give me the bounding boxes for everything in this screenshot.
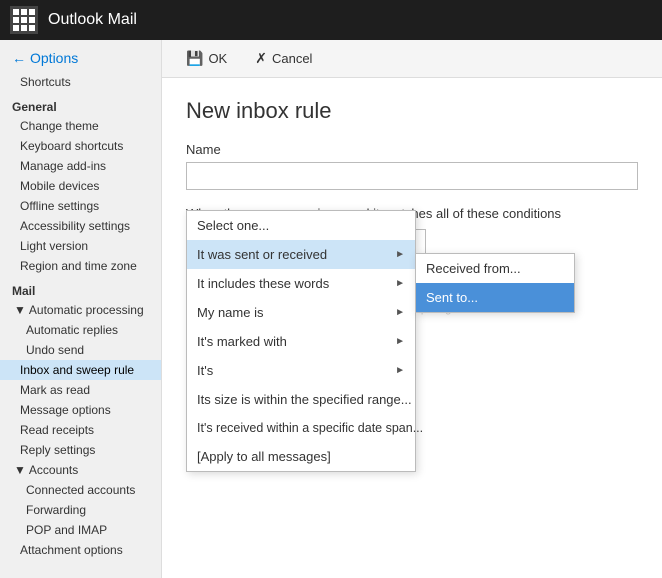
submenu-item-0[interactable]: Received from...	[416, 254, 574, 283]
save-icon: 💾	[186, 50, 203, 67]
dropdown-item-5[interactable]: It's ►	[187, 356, 415, 385]
general-section-header: General	[0, 94, 161, 116]
dropdown-menu: Select one... It was sent or received ► …	[186, 210, 416, 472]
arrow-down-icon: ▼	[14, 303, 26, 317]
sidebar-item-mark-as-read[interactable]: Mark as read	[0, 380, 161, 400]
sidebar-item-change-theme[interactable]: Change theme	[0, 116, 161, 136]
page-title: New inbox rule	[186, 98, 638, 124]
dropdown-item-3[interactable]: My name is ►	[187, 298, 415, 327]
sidebar-item-inbox-sweep[interactable]: Inbox and sweep rule	[0, 360, 161, 380]
arrow-down-icon2: ▼	[14, 463, 26, 477]
sidebar: ← Options Shortcuts General Change theme…	[0, 40, 162, 578]
sidebar-item-accounts[interactable]: ▼ Accounts	[0, 460, 161, 480]
name-label: Name	[186, 142, 638, 157]
cancel-button[interactable]: ✗ Cancel	[251, 48, 316, 69]
submenu-item-1[interactable]: Sent to...	[416, 283, 574, 312]
sidebar-item-accessibility[interactable]: Accessibility settings	[0, 216, 161, 236]
dropdown-item-6[interactable]: Its size is within the specified range..…	[187, 385, 415, 414]
sidebar-item-keyboard-shortcuts[interactable]: Keyboard shortcuts	[0, 136, 161, 156]
sidebar-item-attachment-options[interactable]: Attachment options	[0, 540, 161, 560]
content-area: New inbox rule Name When the message arr…	[162, 78, 662, 279]
main-content: 💾 OK ✗ Cancel New inbox rule Name When t…	[162, 40, 662, 578]
dropdown-item-8[interactable]: [Apply to all messages]	[187, 442, 415, 471]
mail-section-header: Mail	[0, 278, 161, 300]
app-title: Outlook Mail	[48, 11, 137, 29]
toolbar: 💾 OK ✗ Cancel	[162, 40, 662, 78]
topbar: Outlook Mail	[0, 0, 662, 40]
dropdown-item-0[interactable]: Select one...	[187, 211, 415, 240]
submenu: Received from... Sent to...	[415, 253, 575, 313]
sidebar-item-auto-processing[interactable]: ▼ Automatic processing	[0, 300, 161, 320]
sidebar-item-undo-send[interactable]: Undo send	[0, 340, 161, 360]
sidebar-item-message-options[interactable]: Message options	[0, 400, 161, 420]
chevron-right-icon4: ►	[395, 336, 405, 347]
sidebar-item-auto-replies[interactable]: Automatic replies	[0, 320, 161, 340]
sidebar-item-offline-settings[interactable]: Offline settings	[0, 196, 161, 216]
name-input[interactable]	[186, 162, 638, 190]
arrow-left-icon: ←	[12, 50, 26, 66]
chevron-right-icon5: ►	[395, 365, 405, 376]
options-header[interactable]: ← Options	[0, 40, 161, 72]
chevron-right-icon3: ►	[395, 307, 405, 318]
sidebar-item-region[interactable]: Region and time zone	[0, 256, 161, 276]
sidebar-item-mobile-devices[interactable]: Mobile devices	[0, 176, 161, 196]
dropdown-item-2[interactable]: It includes these words ►	[187, 269, 415, 298]
sidebar-item-reply-settings[interactable]: Reply settings	[0, 440, 161, 460]
sidebar-item-connected-accounts[interactable]: Connected accounts	[0, 480, 161, 500]
chevron-right-icon2: ►	[395, 278, 405, 289]
sidebar-item-manage-addins[interactable]: Manage add-ins	[0, 156, 161, 176]
sidebar-item-read-receipts[interactable]: Read receipts	[0, 420, 161, 440]
dropdown-item-7[interactable]: It's received within a specific date spa…	[187, 414, 415, 442]
dropdown-item-1[interactable]: It was sent or received ►	[187, 240, 415, 269]
options-label: Options	[30, 50, 78, 66]
ok-button[interactable]: 💾 OK	[182, 48, 231, 69]
chevron-right-icon: ►	[395, 249, 405, 260]
sidebar-item-pop-imap[interactable]: POP and IMAP	[0, 520, 161, 540]
dropdown-item-4[interactable]: It's marked with ►	[187, 327, 415, 356]
close-icon: ✗	[255, 50, 267, 67]
waffle-button[interactable]	[10, 6, 38, 34]
sidebar-item-light-version[interactable]: Light version	[0, 236, 161, 256]
sidebar-item-forwarding[interactable]: Forwarding	[0, 500, 161, 520]
sidebar-item-shortcuts[interactable]: Shortcuts	[0, 72, 161, 92]
